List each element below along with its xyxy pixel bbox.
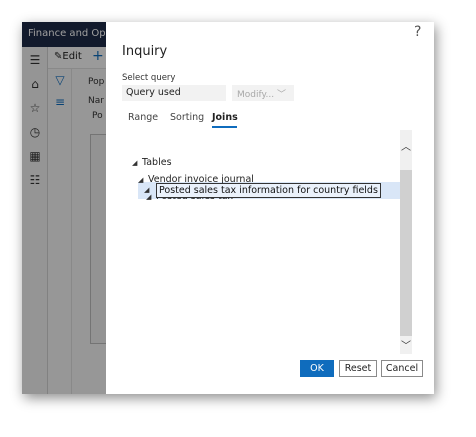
scroll-thumb[interactable]: [400, 170, 412, 336]
tree-node-tables[interactable]: ◢ Tables: [132, 155, 172, 171]
tab-joins[interactable]: Joins: [212, 112, 238, 123]
query-field[interactable]: Query used: [122, 85, 226, 101]
tree-node-label: Tables: [142, 157, 172, 168]
chevron-down-icon: ﹀: [277, 90, 287, 100]
tab-range[interactable]: Range: [128, 112, 158, 123]
screenshot-frame: Finance and Oper ☰ ⌂ ☆ ◷ ▦ ☷ ✎Edit + ▽ ≡…: [22, 22, 434, 394]
modify-label: Modify...: [237, 90, 275, 100]
caret-down-icon[interactable]: ◢: [144, 182, 154, 198]
select-query-label: Select query: [122, 73, 176, 83]
chevron-down-icon[interactable]: ﹀: [401, 337, 411, 352]
help-icon[interactable]: ?: [414, 24, 421, 40]
active-tab-indicator: [212, 126, 237, 128]
tree-scrollbar[interactable]: ︿ ﹀: [400, 130, 412, 354]
dialog-title: Inquiry: [122, 44, 168, 59]
tree-node-posted-sales-tax-country-fields[interactable]: Posted sales tax information for country…: [156, 183, 381, 198]
chevron-up-icon[interactable]: ︿: [401, 138, 411, 153]
ok-button[interactable]: OK: [300, 360, 334, 377]
modify-button[interactable]: Modify... ﹀: [232, 85, 294, 101]
tab-sorting[interactable]: Sorting: [170, 112, 204, 123]
inquiry-dialog: ? Inquiry Select query Query used Modify…: [106, 22, 434, 394]
tree-node-caret-holder: ◢: [142, 182, 154, 199]
caret-down-icon[interactable]: ◢: [132, 155, 142, 171]
reset-button[interactable]: Reset: [339, 360, 377, 377]
cancel-button[interactable]: Cancel: [381, 360, 423, 377]
